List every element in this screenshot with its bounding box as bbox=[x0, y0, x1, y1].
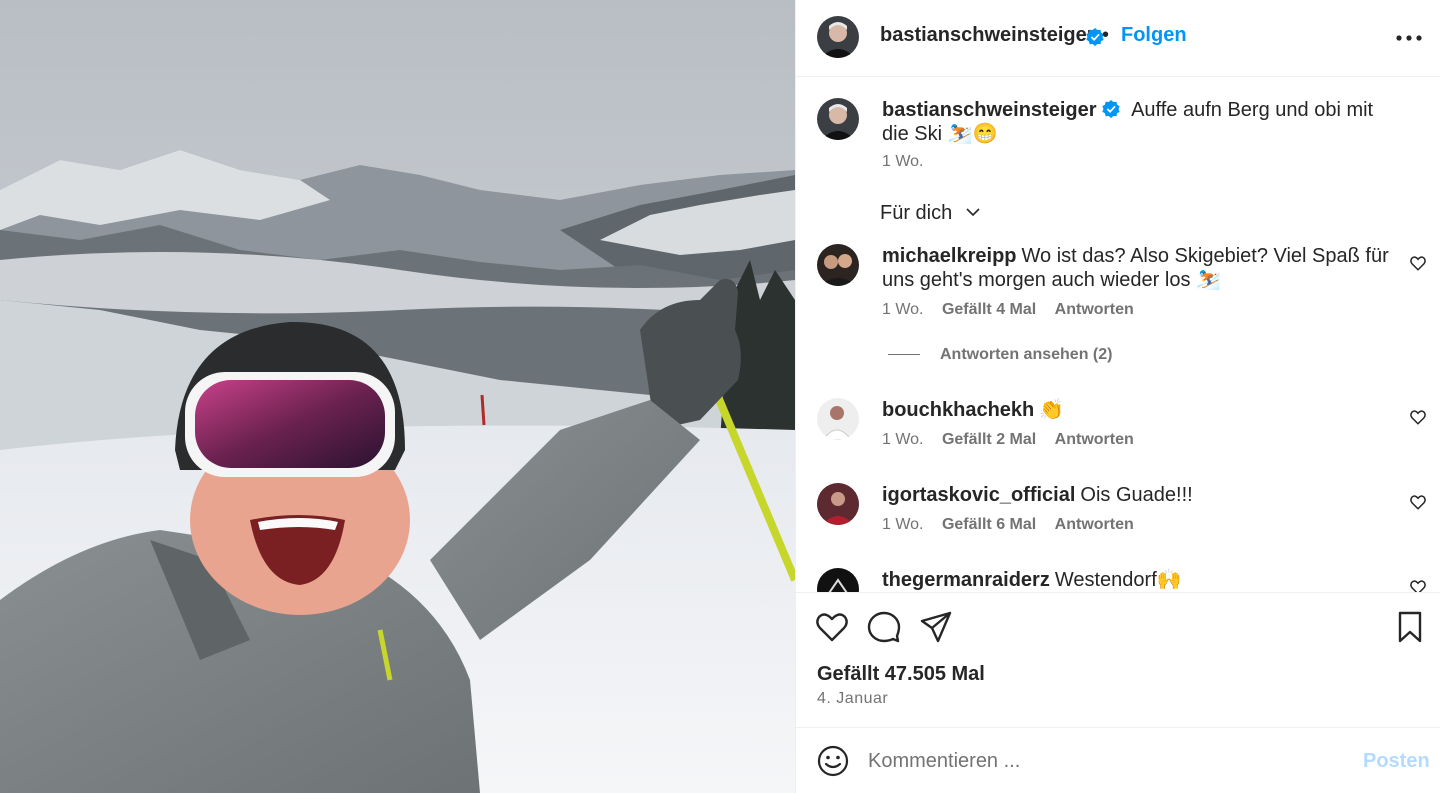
reply-button[interactable]: Antworten bbox=[1055, 431, 1134, 448]
post-photo[interactable] bbox=[0, 0, 795, 793]
comment-body: thegermanraiderz Westendorf🙌 bbox=[882, 568, 1398, 592]
comment-text: Ois Guade!!! bbox=[1080, 484, 1193, 506]
comment-timestamp[interactable]: 1 Wo. bbox=[882, 516, 924, 533]
reply-button[interactable]: Antworten bbox=[1055, 301, 1134, 318]
commenter-avatar[interactable] bbox=[817, 483, 859, 525]
comment-form: Posten bbox=[796, 727, 1440, 793]
replies-divider-line bbox=[888, 354, 920, 356]
view-replies-label: Antworten ansehen (2) bbox=[940, 346, 1113, 363]
verified-badge-icon bbox=[1101, 100, 1120, 118]
comment-likes[interactable]: Gefällt 4 Mal bbox=[942, 301, 1036, 318]
heart-icon[interactable] bbox=[1409, 408, 1427, 426]
bookmark-icon[interactable] bbox=[1393, 610, 1427, 644]
comment-timestamp[interactable]: 1 Wo. bbox=[882, 301, 924, 318]
caption-author-username[interactable]: bastianschweinsteiger bbox=[882, 99, 1097, 121]
comment-text: 👏 bbox=[1039, 399, 1065, 421]
commenter-avatar[interactable] bbox=[817, 568, 859, 592]
comment-body: igortaskovic_official Ois Guade!!! bbox=[882, 483, 1398, 507]
caption-timestamp[interactable]: 1 Wo. bbox=[882, 153, 924, 171]
heart-icon[interactable] bbox=[1409, 254, 1427, 272]
author-avatar[interactable] bbox=[817, 16, 859, 58]
comments-list[interactable]: bastianschweinsteiger Auffe aufn Berg un… bbox=[796, 78, 1440, 592]
heart-icon[interactable] bbox=[1409, 493, 1427, 511]
comment-meta: 1 Wo. Gefällt 4 Mal Antworten bbox=[882, 301, 1148, 319]
comment-meta: 1 Wo. Gefällt 6 Mal Antworten bbox=[882, 516, 1148, 534]
chevron-down-icon bbox=[966, 208, 980, 217]
separator-dot: • bbox=[1102, 24, 1110, 46]
comment-body: michaelkreipp Wo ist das? Also Skigebiet?… bbox=[882, 244, 1398, 292]
ski-selfie-image bbox=[0, 0, 795, 793]
caption-author-avatar[interactable] bbox=[817, 98, 859, 140]
more-options-icon[interactable] bbox=[1394, 26, 1424, 50]
commenter-username[interactable]: igortaskovic_official bbox=[882, 484, 1075, 506]
view-replies-button[interactable]: Antworten ansehen (2) bbox=[888, 346, 1112, 364]
comment-timestamp[interactable]: 1 Wo. bbox=[882, 431, 924, 448]
post-actions-bar: Gefällt 47.505 Mal 4. Januar bbox=[796, 592, 1440, 727]
comment-icon[interactable] bbox=[867, 610, 901, 644]
commenter-username[interactable]: bouchkhachekh bbox=[882, 399, 1034, 421]
post-detail-panel: bastianschweinsteiger • Folgen bastiansc… bbox=[795, 0, 1440, 793]
comment-meta: 1 Wo. Gefällt 2 Mal Antworten bbox=[882, 431, 1148, 449]
commenter-avatar[interactable] bbox=[817, 244, 859, 286]
reply-button[interactable]: Antworten bbox=[1055, 516, 1134, 533]
comment-input[interactable] bbox=[868, 746, 1338, 776]
comment-filter-dropdown[interactable]: Für dich bbox=[880, 202, 980, 225]
author-username[interactable]: bastianschweinsteiger bbox=[880, 24, 1095, 47]
post-caption: bastianschweinsteiger Auffe aufn Berg un… bbox=[882, 98, 1402, 146]
comment-likes[interactable]: Gefällt 2 Mal bbox=[942, 431, 1036, 448]
comment-likes[interactable]: Gefällt 6 Mal bbox=[942, 516, 1036, 533]
heart-icon[interactable] bbox=[815, 610, 849, 644]
likes-count[interactable]: Gefällt 47.505 Mal bbox=[817, 663, 985, 686]
follow-button[interactable]: Folgen bbox=[1121, 24, 1187, 47]
commenter-username[interactable]: thegermanraiderz bbox=[882, 569, 1050, 591]
share-icon[interactable] bbox=[919, 610, 953, 644]
heart-icon[interactable] bbox=[1409, 578, 1427, 592]
commenter-username[interactable]: michaelkreipp bbox=[882, 245, 1017, 267]
post-header: bastianschweinsteiger • Folgen bbox=[796, 0, 1440, 77]
emoji-icon[interactable] bbox=[817, 745, 849, 777]
commenter-avatar[interactable] bbox=[817, 398, 859, 440]
comment-filter-label: Für dich bbox=[880, 202, 953, 224]
comment-text: Westendorf🙌 bbox=[1054, 569, 1182, 591]
comment-body: bouchkhachekh 👏 bbox=[882, 398, 1398, 422]
post-date[interactable]: 4. Januar bbox=[817, 690, 888, 708]
post-comment-button[interactable]: Posten bbox=[1363, 750, 1430, 773]
